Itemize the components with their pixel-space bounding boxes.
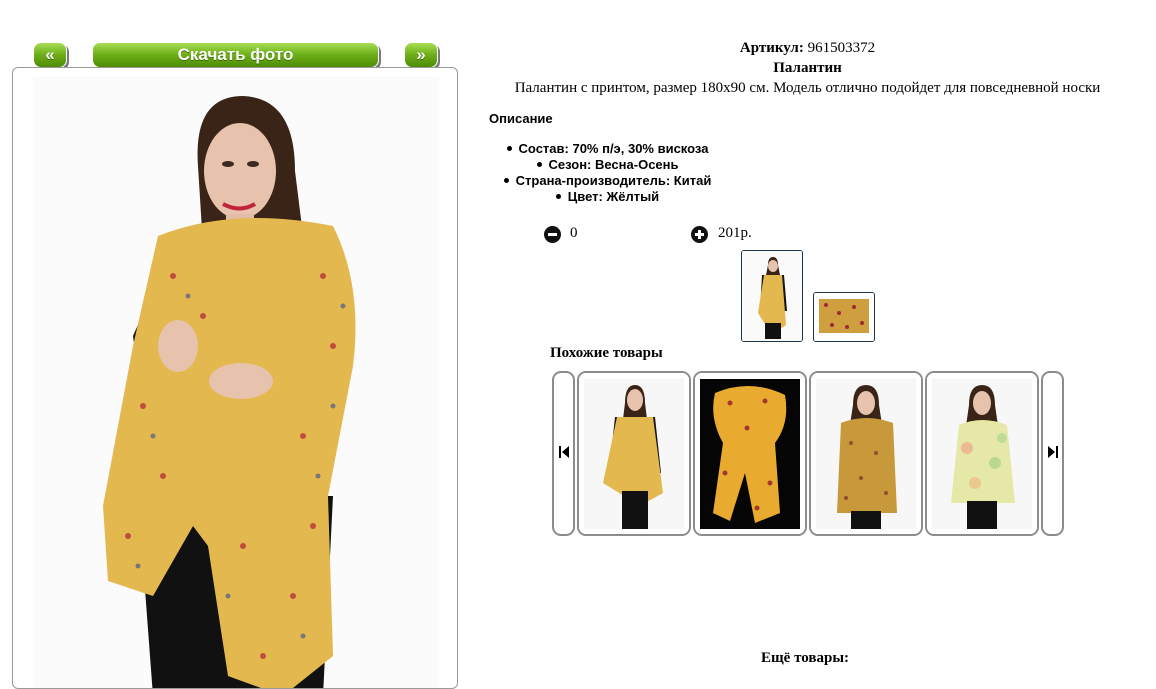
photo-thumbnail[interactable] <box>741 250 803 342</box>
product-summary: Палантин с принтом, размер 180x90 см. Мо… <box>514 80 1101 96</box>
article-label: Артикул: <box>739 40 804 56</box>
bullet-icon <box>506 146 512 152</box>
price-value: 201р. <box>718 225 752 241</box>
product-info: Артикул: 961503372 Палантин Палантин с п… <box>480 38 1135 98</box>
quantity-value: 0 <box>570 225 578 241</box>
thumbnail-image <box>814 293 874 341</box>
similar-next-button[interactable] <box>1041 371 1064 536</box>
product-name: Палантин <box>773 60 842 76</box>
prev-photo-button[interactable]: « <box>33 42 67 68</box>
main-photo-frame <box>12 67 458 689</box>
photo-thumbnail[interactable] <box>813 292 875 342</box>
list-item: Состав: 70% п/э, 30% вискоза <box>480 141 735 157</box>
skip-forward-icon <box>1048 446 1058 458</box>
similar-product-card[interactable] <box>693 371 807 536</box>
next-photo-button[interactable]: » <box>404 42 438 68</box>
similar-product-image <box>927 373 1037 534</box>
main-product-photo[interactable] <box>33 76 439 689</box>
more-products-title: Ещё товары: <box>761 650 850 666</box>
list-item: Цвет: Жёлтый <box>480 189 735 205</box>
description-title: Описание <box>489 111 553 126</box>
minus-circle-icon[interactable] <box>544 226 561 243</box>
similar-product-image <box>579 373 689 534</box>
bullet-icon <box>503 178 509 184</box>
similar-product-image <box>695 373 805 534</box>
download-photo-button[interactable]: Скачать фото <box>92 42 379 68</box>
thumbnail-image <box>742 251 802 341</box>
property-list: Состав: 70% п/э, 30% вискоза Сезон: Весн… <box>480 141 735 205</box>
skip-back-icon <box>559 446 569 458</box>
article-value: 961503372 <box>807 40 876 56</box>
bullet-icon <box>555 194 561 200</box>
bullet-icon <box>536 162 542 168</box>
list-item: Страна-производитель: Китай <box>480 173 735 189</box>
similar-product-card[interactable] <box>925 371 1039 536</box>
plus-circle-icon[interactable] <box>691 226 708 243</box>
list-item: Сезон: Весна-Осень <box>480 157 735 173</box>
similar-product-card[interactable] <box>809 371 923 536</box>
similar-products-title: Похожие товары <box>550 345 663 361</box>
similar-product-card[interactable] <box>577 371 691 536</box>
similar-product-image <box>811 373 921 534</box>
similar-prev-button[interactable] <box>552 371 575 536</box>
